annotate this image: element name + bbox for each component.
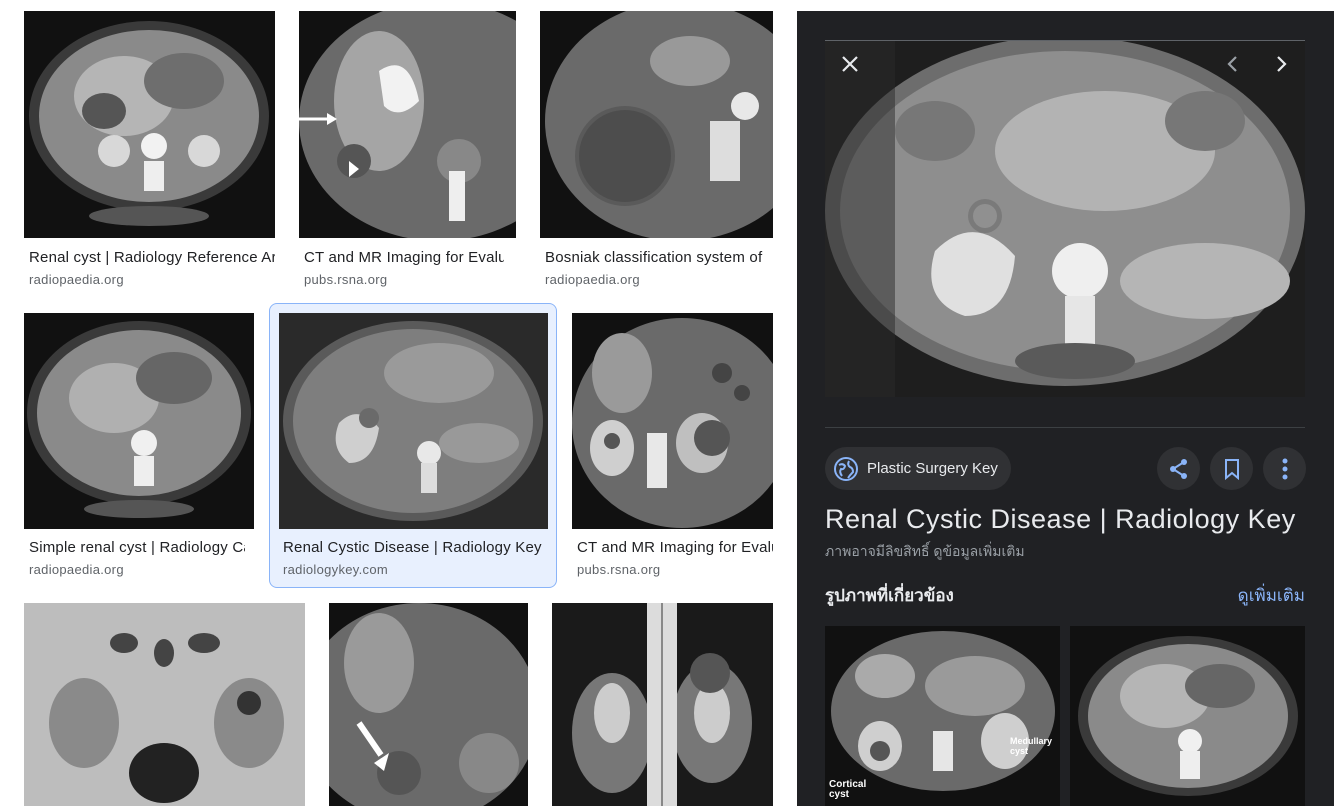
result-domain: radiologykey.com [283,562,388,577]
result-title[interactable]: CT and MR Imaging for Evaluation of Cyst… [577,539,773,556]
save-button[interactable] [1210,447,1253,490]
close-icon[interactable] [835,49,865,79]
result-domain: pubs.rsna.org [577,562,661,577]
result-title[interactable]: Renal cyst | Radiology Reference Article… [29,249,275,266]
related-thumbnail[interactable]: Cortical cyst Medullary cyst [825,626,1060,806]
result-title[interactable]: Bosniak classification system of renal c… [545,249,765,266]
preview-image[interactable] [825,41,1305,397]
related-caption-cortical: Cortical cyst [829,779,867,800]
source-name: Plastic Surgery Key [867,460,998,477]
panel-title[interactable]: Renal Cystic Disease | Radiology Key [825,504,1296,535]
source-chip[interactable]: Plastic Surgery Key [825,447,1011,490]
related-thumbnail[interactable] [1070,626,1305,806]
chevron-left-icon[interactable] [1218,49,1248,79]
related-caption-medullary: Medullary cyst [1010,736,1053,756]
result-thumbnail[interactable] [329,603,528,806]
result-thumbnail[interactable] [299,11,516,238]
result-thumbnail[interactable] [540,11,773,238]
result-domain: pubs.rsna.org [304,272,388,287]
result-thumbnail[interactable] [24,11,275,238]
chevron-right-icon[interactable] [1266,49,1296,79]
share-icon [1168,458,1190,480]
more-vert-icon [1282,458,1288,480]
image-preview-panel: Plastic Surgery Key Renal Cystic Disease… [797,11,1334,806]
related-images-heading: รูปภาพที่เกี่ยวข้อง [825,586,954,605]
result-thumbnail[interactable] [24,603,305,806]
panel-divider [825,427,1305,428]
copyright-notice[interactable]: ภาพอาจมีลิขสิทธิ์ ดูข้อมูลเพิ่มเติม [825,541,1025,563]
result-title[interactable]: CT and MR Imaging for Evaluation of Cyst… [304,249,504,266]
result-thumbnail-selected[interactable] [279,313,548,529]
result-domain: radiopaedia.org [29,562,124,577]
result-thumbnail[interactable] [572,313,773,529]
share-button[interactable] [1157,447,1200,490]
result-thumbnail[interactable] [24,313,254,529]
image-results-grid: Renal cyst | Radiology Reference Article… [0,0,797,806]
result-domain: radiopaedia.org [29,272,124,287]
result-title[interactable]: Simple renal cyst | Radiology Case [29,539,245,556]
see-more-link[interactable]: ดูเพิ่มเติม [1238,582,1305,609]
result-title[interactable]: Renal Cystic Disease | Radiology Key [283,539,545,556]
more-options-button[interactable] [1263,447,1306,490]
bookmark-icon [1223,458,1241,480]
globe-icon [833,456,859,482]
result-domain: radiopaedia.org [545,272,640,287]
result-thumbnail[interactable] [552,603,773,806]
